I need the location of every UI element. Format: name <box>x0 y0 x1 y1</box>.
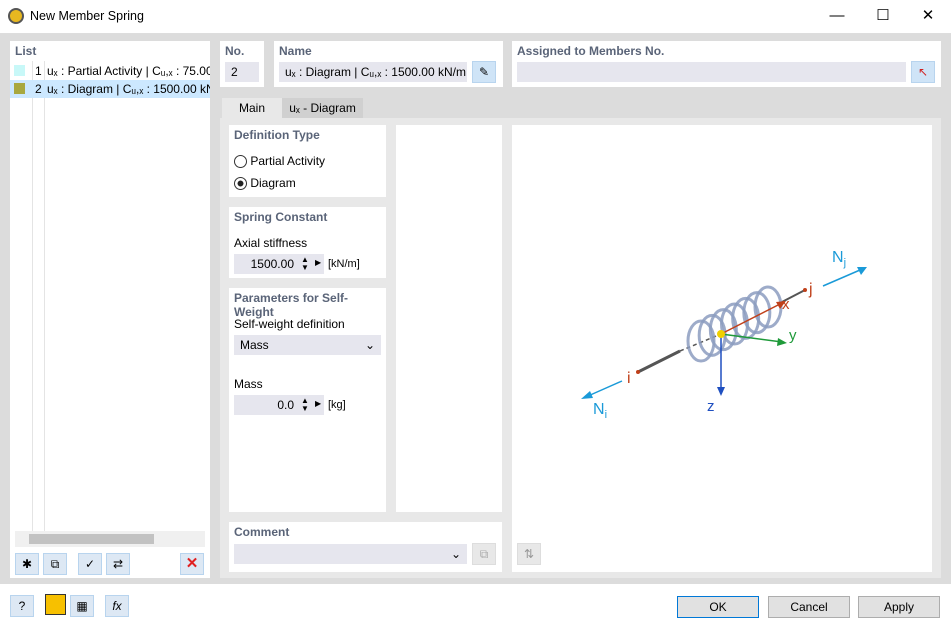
spring-coils <box>686 285 783 363</box>
maximize-button[interactable]: ☐ <box>860 0 906 32</box>
select-value: Mass <box>240 338 269 352</box>
new-item-icon[interactable]: ✱ <box>15 553 39 575</box>
axial-stiffness-unit: [kN/m] <box>328 258 360 270</box>
label-y: y <box>789 327 797 344</box>
definition-type-panel: Definition Type Partial Activity Diagram <box>229 125 386 197</box>
force-nj-arrow <box>822 269 861 287</box>
assigned-panel: Assigned to Members No. ↖ <box>512 41 941 87</box>
label-ni: Ni <box>593 401 607 421</box>
list-header: List <box>15 44 37 58</box>
dialog-body: List 1 uₓ : Partial Activity | Cᵤ,ₓ : 75… <box>0 33 951 584</box>
empty-panel <box>396 125 502 512</box>
ni-arrowhead <box>581 391 593 399</box>
tab-main[interactable]: Main <box>222 98 282 118</box>
spinner-icon[interactable]: ▲ ▼ <box>301 397 309 413</box>
comment-header: Comment <box>234 525 290 539</box>
no-input[interactable]: 2 <box>225 62 259 82</box>
force-ni-arrow <box>587 380 623 397</box>
formula-icon[interactable]: fx <box>105 595 129 617</box>
y-arrowhead <box>777 338 787 346</box>
tab-ux-diagram[interactable]: uₓ - Diagram <box>282 98 363 118</box>
select-members-icon[interactable]: ↖ <box>911 61 935 83</box>
footer: ? ▦ fx OK Cancel Apply <box>0 584 951 628</box>
app-icon <box>8 8 24 24</box>
item-label: uₓ : Partial Activity | Cᵤ,ₓ : 75.00 k <box>47 64 210 78</box>
ok-button[interactable]: OK <box>677 596 759 618</box>
list-panel: List 1 uₓ : Partial Activity | Cᵤ,ₓ : 75… <box>10 41 210 578</box>
label-nj: Nj <box>832 249 846 269</box>
member-line-i <box>637 349 681 374</box>
list-item[interactable]: 1 uₓ : Partial Activity | Cᵤ,ₓ : 75.00 k <box>10 62 210 79</box>
spinner-icon[interactable]: ▲ ▼ <box>301 256 309 272</box>
comment-library-icon[interactable]: ⧉ <box>472 543 496 565</box>
label-j: j <box>808 281 813 298</box>
display-settings-icon[interactable]: ▦ <box>70 595 94 617</box>
self-weight-panel: Parameters for Self-Weight Self-weight d… <box>229 288 386 512</box>
help-icon[interactable]: ? <box>10 595 34 617</box>
delete-icon[interactable]: ✕ <box>180 553 204 575</box>
check-all-icon[interactable]: ✓ <box>78 553 102 575</box>
radio-partial-activity[interactable]: Partial Activity <box>234 154 326 169</box>
horizontal-scrollbar[interactable] <box>15 531 205 547</box>
name-label: Name <box>279 44 312 58</box>
comment-panel: Comment ⌄ ⧉ <box>229 522 502 572</box>
minimize-button[interactable]: — <box>814 0 860 32</box>
assigned-label: Assigned to Members No. <box>517 44 665 58</box>
spring-diagram: i j x y z Ni Nj <box>581 249 867 421</box>
color-icon[interactable] <box>45 594 66 615</box>
item-number: 2 <box>35 82 42 96</box>
color-swatch <box>14 83 25 94</box>
diagram-options-icon[interactable]: ⇅ <box>517 543 541 565</box>
spring-constant-panel: Spring Constant Axial stiffness 1500.00 … <box>229 207 386 278</box>
item-number: 1 <box>35 64 42 78</box>
mass-label: Mass <box>234 377 263 391</box>
self-weight-definition-label: Self-weight definition <box>234 317 345 331</box>
edit-name-icon[interactable]: ✎ <box>472 61 496 83</box>
no-panel: No. 2 <box>220 41 264 87</box>
no-label: No. <box>225 44 245 58</box>
z-arrowhead <box>717 387 725 396</box>
list-item-selected[interactable]: 2 uₓ : Diagram | Cᵤ,ₓ : 1500.00 kN/i <box>10 80 210 98</box>
name-input[interactable]: uₓ : Diagram | Cᵤ,ₓ : 1500.00 kN/m | N <box>279 62 467 82</box>
mass-input[interactable]: 0.0 <box>234 395 324 415</box>
self-weight-definition-select[interactable]: Mass ⌄ <box>234 335 381 355</box>
apply-button[interactable]: Apply <box>858 596 940 618</box>
chevron-down-icon: ⌄ <box>450 547 461 561</box>
radio-label: Diagram <box>250 176 296 190</box>
center-point <box>717 330 725 338</box>
spring-constant-header: Spring Constant <box>234 210 328 224</box>
unit-arrow-icon[interactable]: ▶ <box>315 399 321 408</box>
cancel-button[interactable]: Cancel <box>768 596 850 618</box>
assigned-input[interactable] <box>517 62 906 82</box>
label-z: z <box>707 398 715 415</box>
item-label: uₓ : Diagram | Cᵤ,ₓ : 1500.00 kN/i <box>47 82 210 96</box>
axial-stiffness-label: Axial stiffness <box>234 236 308 250</box>
scrollbar-thumb[interactable] <box>29 534 154 544</box>
label-i: i <box>627 370 631 387</box>
mass-unit: [kg] <box>328 399 346 411</box>
node-j <box>803 288 807 292</box>
unit-arrow-icon[interactable]: ▶ <box>315 258 321 267</box>
label-x: x <box>782 296 790 313</box>
definition-type-header: Definition Type <box>234 128 320 142</box>
diagram-panel: i j x y z Ni Nj ⇅ <box>512 125 932 572</box>
radio-label: Partial Activity <box>250 154 326 168</box>
uncheck-icon[interactable]: ⇄ <box>106 553 130 575</box>
close-button[interactable]: ✕ <box>905 0 951 32</box>
chevron-down-icon: ⌄ <box>364 338 375 352</box>
node-i <box>636 370 640 374</box>
title-bar: New Member Spring — ☐ ✕ <box>0 0 951 33</box>
comment-input[interactable]: ⌄ <box>234 544 467 564</box>
axial-stiffness-input[interactable]: 1500.00 <box>234 254 324 274</box>
self-weight-header: Parameters for Self-Weight <box>234 291 349 319</box>
window-title: New Member Spring <box>30 9 144 23</box>
radio-diagram[interactable]: Diagram <box>234 176 296 191</box>
color-swatch <box>14 65 25 76</box>
name-panel: Name uₓ : Diagram | Cᵤ,ₓ : 1500.00 kN/m … <box>274 41 503 87</box>
copy-icon[interactable]: ⧉ <box>43 553 67 575</box>
